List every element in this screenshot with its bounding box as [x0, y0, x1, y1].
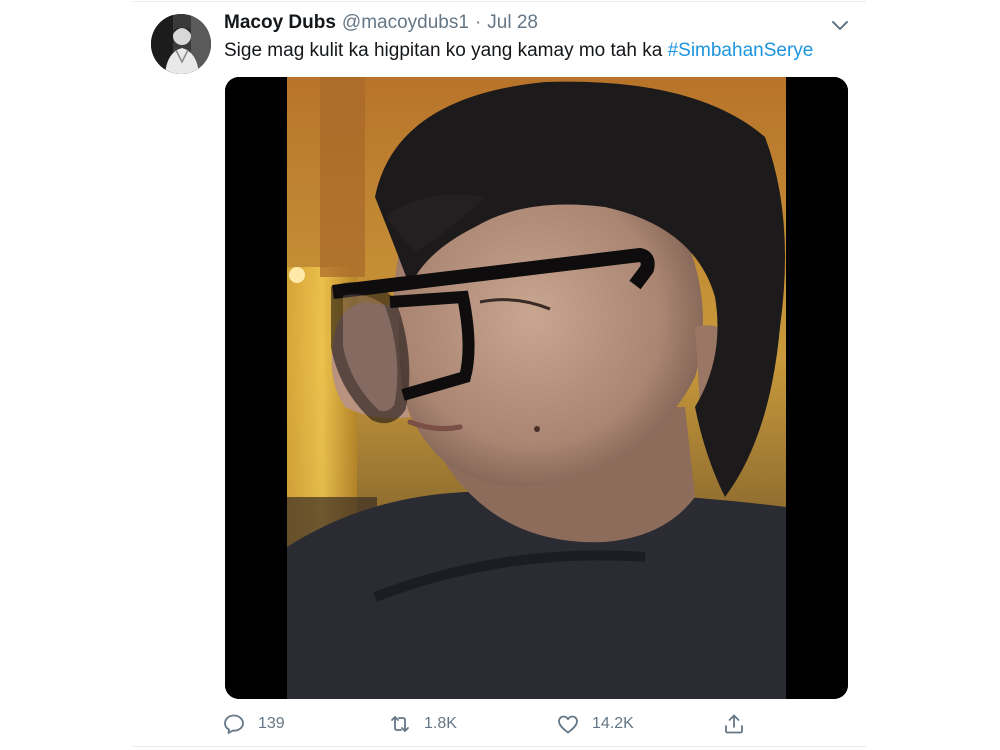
tweet-date[interactable]: Jul 28: [487, 12, 538, 34]
top-divider: [133, 1, 866, 2]
tweet-text: Sige mag kulit ka higpitan ko yang kamay…: [224, 40, 813, 62]
reply-button[interactable]: 139: [222, 710, 285, 738]
chevron-down-icon[interactable]: [829, 16, 851, 36]
tweet-card: Macoy Dubs @macoydubs1 · Jul 28 Sige mag…: [0, 0, 1000, 750]
tweet-video[interactable]: [225, 77, 848, 699]
separator-dot: ·: [474, 12, 482, 33]
share-button[interactable]: [722, 710, 746, 738]
like-button[interactable]: 14.2K: [556, 710, 634, 738]
heart-icon: [556, 712, 580, 736]
tweet-header: Macoy Dubs @macoydubs1 · Jul 28: [224, 12, 538, 40]
like-count: 14.2K: [592, 715, 634, 732]
reply-count: 139: [258, 715, 285, 732]
retweet-button[interactable]: 1.8K: [388, 710, 457, 738]
reply-icon: [222, 712, 246, 736]
author-handle[interactable]: @macoydubs1: [342, 12, 469, 34]
retweet-count: 1.8K: [424, 715, 457, 732]
tweet-actions: 139 1.8K 14.2K: [0, 710, 1000, 738]
hashtag-link[interactable]: #SimbahanSerye: [668, 40, 814, 61]
retweet-icon: [388, 712, 412, 736]
tweet-body: Sige mag kulit ka higpitan ko yang kamay…: [224, 40, 663, 61]
avatar[interactable]: [151, 14, 211, 74]
bottom-divider: [133, 746, 866, 747]
author-name[interactable]: Macoy Dubs: [224, 12, 336, 34]
share-icon: [722, 712, 746, 736]
